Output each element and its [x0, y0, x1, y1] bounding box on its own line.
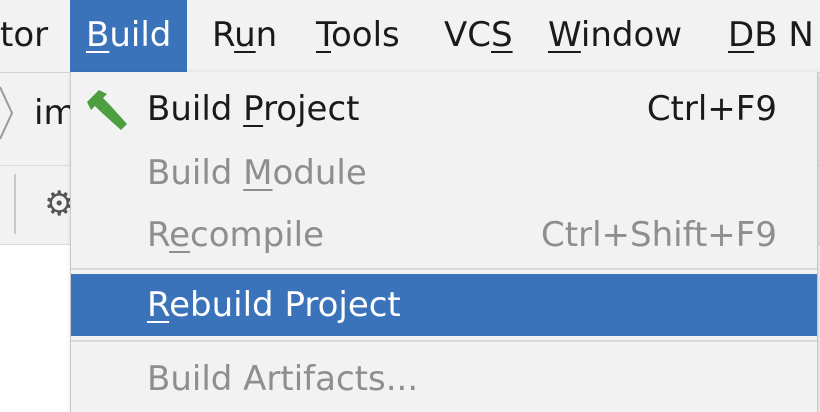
menu-editor-partial[interactable]: tor: [0, 0, 48, 72]
menu-tools[interactable]: Tools: [316, 0, 400, 72]
menu-label-pre: VC: [444, 15, 491, 55]
menu-window[interactable]: Window: [548, 0, 682, 72]
menu-item-shortcut: Ctrl+Shift+F9: [541, 215, 777, 255]
menu-build[interactable]: Build: [70, 0, 188, 72]
menu-item-build-project[interactable]: Build Project Ctrl+F9: [71, 78, 817, 140]
menu-item-label: Recompile: [147, 215, 325, 255]
menu-item-label: Build Project: [147, 89, 360, 129]
menu-item-shortcut: Ctrl+F9: [646, 89, 777, 129]
hammer-icon: [87, 90, 127, 130]
menu-separator: [71, 340, 817, 342]
menu-mnemonic: u: [234, 15, 256, 55]
menu-label: tor: [0, 15, 49, 55]
menu-vcs[interactable]: VCS: [444, 0, 513, 72]
menu-run[interactable]: Run: [212, 0, 277, 72]
toolbar-separator: [14, 174, 16, 234]
menu-item-rebuild-project[interactable]: Rebuild Project: [71, 274, 817, 336]
build-menu-dropdown: Build Project Ctrl+F9 Build Module Recom…: [70, 72, 818, 412]
menu-separator: [71, 268, 817, 270]
breadcrumb-chevron-icon: [0, 86, 14, 140]
menu-bar: tor Build Run Tools VCS Window DB N: [0, 0, 820, 73]
menu-label-post: B N: [754, 15, 814, 55]
menu-label-post: uild: [109, 15, 172, 55]
menu-item-label: Build Artifacts...: [147, 359, 419, 399]
menu-label-post: indow: [580, 15, 683, 55]
menu-db-navigator[interactable]: DB N: [728, 0, 814, 72]
menu-item-label: Build Module: [147, 153, 367, 193]
menu-mnemonic: D: [728, 15, 755, 55]
menu-label-pre: R: [212, 15, 235, 55]
menu-label-post: n: [255, 15, 278, 55]
menu-item-build-module[interactable]: Build Module: [71, 142, 817, 204]
menu-item-recompile[interactable]: Recompile Ctrl+Shift+F9: [71, 204, 817, 266]
menu-item-label: Rebuild Project: [147, 285, 401, 325]
menu-mnemonic: B: [86, 15, 110, 55]
menu-item-build-artifacts[interactable]: Build Artifacts...: [71, 348, 817, 410]
menu-mnemonic: T: [316, 15, 331, 55]
menu-mnemonic: W: [548, 15, 581, 55]
menu-mnemonic: S: [491, 15, 513, 55]
menu-label-post: ools: [331, 15, 400, 55]
